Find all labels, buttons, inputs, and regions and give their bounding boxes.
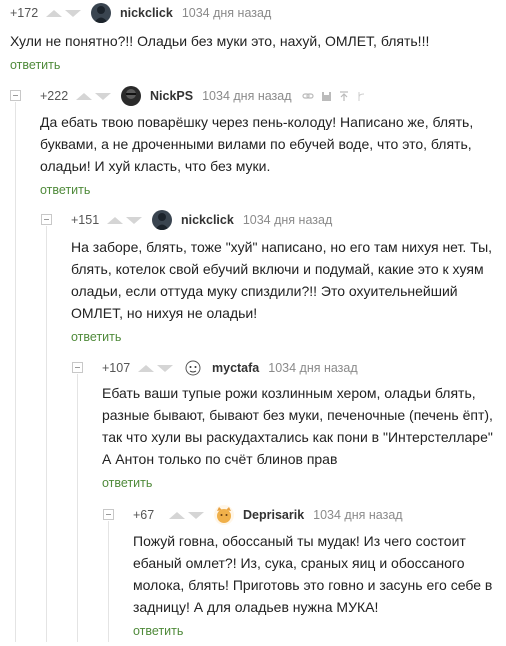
comment-line: молока, блять! Приготовь это говно и зас…: [133, 577, 493, 593]
save-icon[interactable]: [321, 91, 332, 102]
avatar[interactable]: [152, 210, 172, 230]
reply-link[interactable]: ответить: [102, 476, 152, 490]
comment-line: оладьи! И хуй класть, что без муки.: [40, 158, 271, 174]
arrow-up-icon[interactable]: [339, 90, 349, 102]
comment-header: +222 NickPS 1034 дня назад: [40, 86, 366, 106]
comment-time[interactable]: 1034 дня назад: [243, 213, 332, 227]
vote-controls: [138, 364, 173, 372]
comment-text: Да ебать твою поварёшку через пень-колод…: [40, 111, 473, 177]
reply-link[interactable]: ответить: [71, 330, 121, 344]
thread-line[interactable]: [108, 521, 109, 642]
comment-time[interactable]: 1034 дня назад: [313, 508, 402, 522]
comment-line: На заборе, блять, тоже "хуй" написано, н…: [71, 239, 493, 255]
downvote-icon[interactable]: [126, 216, 142, 224]
comment-time[interactable]: 1034 дня назад: [202, 89, 291, 103]
thread-line[interactable]: [77, 374, 78, 642]
comment-header: +172 nickclick 1034 дня назад: [10, 3, 271, 23]
collapse-thread-button[interactable]: [72, 362, 83, 373]
vote-controls: [107, 216, 142, 224]
comment-line: ебаный омлет?! Из, сука, сраных яиц и об…: [133, 555, 465, 571]
comment-line: ОМЛЕТ, но нихуя не оладьи!: [71, 305, 258, 321]
comment-line: А Антон только по счёт блинов прав: [102, 451, 338, 467]
comment-author[interactable]: Deprisarik: [243, 508, 304, 522]
comment-time[interactable]: 1034 дня назад: [182, 6, 271, 20]
comment-text: На заборе, блять, тоже "хуй" написано, н…: [71, 236, 492, 324]
reply-link[interactable]: ответить: [10, 58, 60, 72]
avatar[interactable]: [183, 358, 203, 378]
comment-rating: +67: [133, 508, 155, 522]
upvote-icon[interactable]: [169, 511, 185, 519]
upvote-icon[interactable]: [76, 92, 92, 100]
comment-author[interactable]: NickPS: [150, 89, 193, 103]
comment-rating: +172: [10, 6, 39, 20]
comment-text: Хули не понятно?!! Оладьи без муки это, …: [10, 30, 429, 52]
comment-line: Пожуй говна, обоссаный ты мудак! Из чего…: [133, 533, 466, 549]
vote-controls: [46, 9, 81, 17]
reply-link[interactable]: ответить: [40, 183, 90, 197]
upvote-icon[interactable]: [138, 364, 154, 372]
comment-line: разные бывают, бывают без муки, печеночн…: [102, 407, 493, 423]
comment-author[interactable]: myctafa: [212, 361, 259, 375]
downvote-icon[interactable]: [95, 92, 111, 100]
comment-line: Ебать ваши тупые рожи козлинным хером, о…: [102, 385, 476, 401]
comment-text: Пожуй говна, обоссаный ты мудак! Из чего…: [133, 530, 492, 618]
collapse-thread-button[interactable]: [10, 90, 21, 101]
downvote-icon[interactable]: [65, 9, 81, 17]
comment-text: Ебать ваши тупые рожи козлинным хером, о…: [102, 382, 493, 470]
avatar[interactable]: [91, 3, 111, 23]
branch-icon[interactable]: [356, 91, 366, 102]
comment-line: задницу! А для оладьев нужна МУКА!: [133, 599, 379, 615]
avatar[interactable]: [214, 505, 234, 525]
comment-line: так что хули вы раскудахтались как пони …: [102, 429, 493, 445]
comment-time[interactable]: 1034 дня назад: [268, 361, 357, 375]
reply-link[interactable]: ответить: [133, 624, 183, 638]
comment-header: +67 Deprisarik 1034 дня назад: [133, 505, 403, 525]
comment-line: блять, котелок свой ебучий включи и поду…: [71, 261, 484, 277]
comment-header: +107 myctafa 1034 дня назад: [102, 358, 358, 378]
comment-header: +151 nickclick 1034 дня назад: [71, 210, 332, 230]
collapse-thread-button[interactable]: [103, 509, 114, 520]
comment-line: оладьи, если оттуда муку спиздили?!! Это…: [71, 283, 458, 299]
downvote-icon[interactable]: [157, 364, 173, 372]
comment-rating: +222: [40, 89, 69, 103]
comment-author[interactable]: nickclick: [181, 213, 234, 227]
comment-author[interactable]: nickclick: [120, 6, 173, 20]
comment-line: Хули не понятно?!! Оладьи без муки это, …: [10, 33, 430, 49]
comment-rating: +151: [71, 213, 100, 227]
link-icon[interactable]: [301, 90, 314, 102]
avatar[interactable]: [121, 86, 141, 106]
thread-line[interactable]: [46, 226, 47, 642]
upvote-icon[interactable]: [107, 216, 123, 224]
collapse-thread-button[interactable]: [41, 214, 52, 225]
comment-line: Да ебать твою поварёшку через пень-колод…: [40, 114, 474, 130]
upvote-icon[interactable]: [46, 9, 62, 17]
comment-line: буквами, а не дроченными вилами по ебуче…: [40, 136, 472, 152]
vote-controls: [169, 511, 204, 519]
thread-line[interactable]: [15, 102, 16, 642]
vote-controls: [76, 92, 111, 100]
comment-actions: [301, 90, 366, 102]
downvote-icon[interactable]: [188, 511, 204, 519]
comment-rating: +107: [102, 361, 131, 375]
